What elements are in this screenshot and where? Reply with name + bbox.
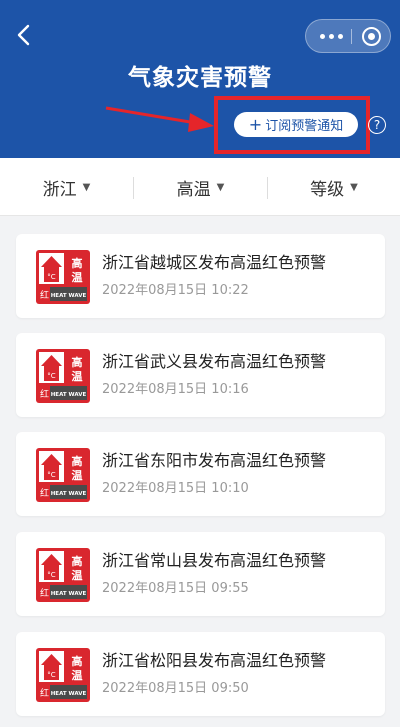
svg-text:红: 红 [40,388,49,400]
annotation-arrow-icon [105,106,214,132]
heat-wave-red-warning-icon: °C 高 温 红 HEAT WAVE [36,548,90,602]
caret-down-icon: ▼ [350,181,358,193]
subscribe-label: 订阅预警通知 [265,119,344,134]
warning-card[interactable]: °C 高 温 红 HEAT WAVE 浙江省武义县发布高温红色预警 2022年0… [16,333,385,417]
header-bar: 气象灾害预警 + 订阅预警通知 ? [0,0,400,158]
svg-text:°C: °C [47,471,56,479]
svg-text:高: 高 [72,454,83,468]
filter-type-label: 高温 [176,179,211,200]
svg-text:°C: °C [47,372,56,380]
mini-program-capsule [305,19,391,53]
svg-text:HEAT WAVE: HEAT WAVE [51,491,87,497]
svg-text:高: 高 [72,554,83,568]
filter-region[interactable]: 浙江 ▼ [0,158,133,216]
warning-time: 2022年08月15日 10:22 [102,283,249,298]
plus-icon: + [248,114,263,134]
heat-wave-red-warning-icon: °C 高 温 红 HEAT WAVE [36,250,90,304]
svg-text:°C: °C [47,273,56,281]
caret-down-icon: ▼ [82,181,91,193]
warning-title: 浙江省越城区发布高温红色预警 [102,253,327,272]
svg-text:红: 红 [40,687,49,699]
svg-text:温: 温 [72,468,83,482]
warning-title: 浙江省松阳县发布高温红色预警 [102,651,327,670]
warning-time: 2022年08月15日 10:16 [102,382,249,397]
subscribe-warning-button[interactable]: + 订阅预警通知 [234,112,358,137]
warning-time: 2022年08月15日 09:50 [102,681,249,696]
warning-card[interactable]: °C 高 温 红 HEAT WAVE 浙江省常山县发布高温红色预警 2022年0… [16,532,385,616]
filter-level[interactable]: 等级 ▼ [268,158,400,216]
svg-text:高: 高 [72,355,83,369]
capsule-divider [351,29,352,44]
help-icon[interactable]: ? [368,116,386,134]
filter-bar: 浙江 ▼ 高温 ▼ 等级 ▼ [0,158,400,216]
caret-down-icon: ▼ [216,181,225,193]
chevron-left-icon [17,24,30,46]
heat-wave-red-warning-icon: °C 高 温 红 HEAT WAVE [36,648,90,702]
page-title: 气象灾害预警 [128,65,272,91]
warning-card[interactable]: °C 高 温 红 HEAT WAVE 浙江省松阳县发布高温红色预警 2022年0… [16,632,385,716]
svg-text:温: 温 [72,668,83,682]
more-dots-icon [319,33,325,39]
svg-text:°C: °C [47,671,56,679]
svg-text:HEAT WAVE: HEAT WAVE [51,691,87,697]
svg-text:HEAT WAVE: HEAT WAVE [51,392,87,398]
heat-wave-red-warning-icon: °C 高 温 红 HEAT WAVE [36,448,90,502]
warning-card[interactable]: °C 高 温 红 HEAT WAVE 浙江省东阳市发布高温红色预警 2022年0… [16,432,385,516]
more-menu-button[interactable] [316,20,346,52]
svg-text:温: 温 [72,369,83,383]
svg-text:温: 温 [72,270,83,284]
svg-text:温: 温 [72,568,83,582]
svg-text:红: 红 [40,487,49,499]
svg-text:高: 高 [72,654,83,668]
filter-region-label: 浙江 [42,179,77,200]
svg-text:HEAT WAVE: HEAT WAVE [51,293,87,299]
back-button[interactable] [14,22,36,48]
close-target-icon[interactable] [362,27,381,46]
svg-text:高: 高 [72,256,83,270]
warning-title: 浙江省常山县发布高温红色预警 [102,551,327,570]
warning-title: 浙江省武义县发布高温红色预警 [102,352,327,371]
svg-text:红: 红 [40,587,49,599]
warning-time: 2022年08月15日 10:10 [102,481,249,496]
warning-title: 浙江省东阳市发布高温红色预警 [102,451,327,470]
heat-wave-red-warning-icon: °C 高 温 红 HEAT WAVE [36,349,90,403]
svg-text:红: 红 [40,289,49,301]
svg-text:°C: °C [47,571,56,579]
warning-time: 2022年08月15日 09:55 [102,581,249,596]
filter-type[interactable]: 高温 ▼ [134,158,267,216]
warning-card[interactable]: °C 高 温 红 HEAT WAVE 浙江省越城区发布高温红色预警 2022年0… [16,234,385,318]
filter-level-label: 等级 [310,179,345,200]
svg-text:HEAT WAVE: HEAT WAVE [51,591,87,597]
